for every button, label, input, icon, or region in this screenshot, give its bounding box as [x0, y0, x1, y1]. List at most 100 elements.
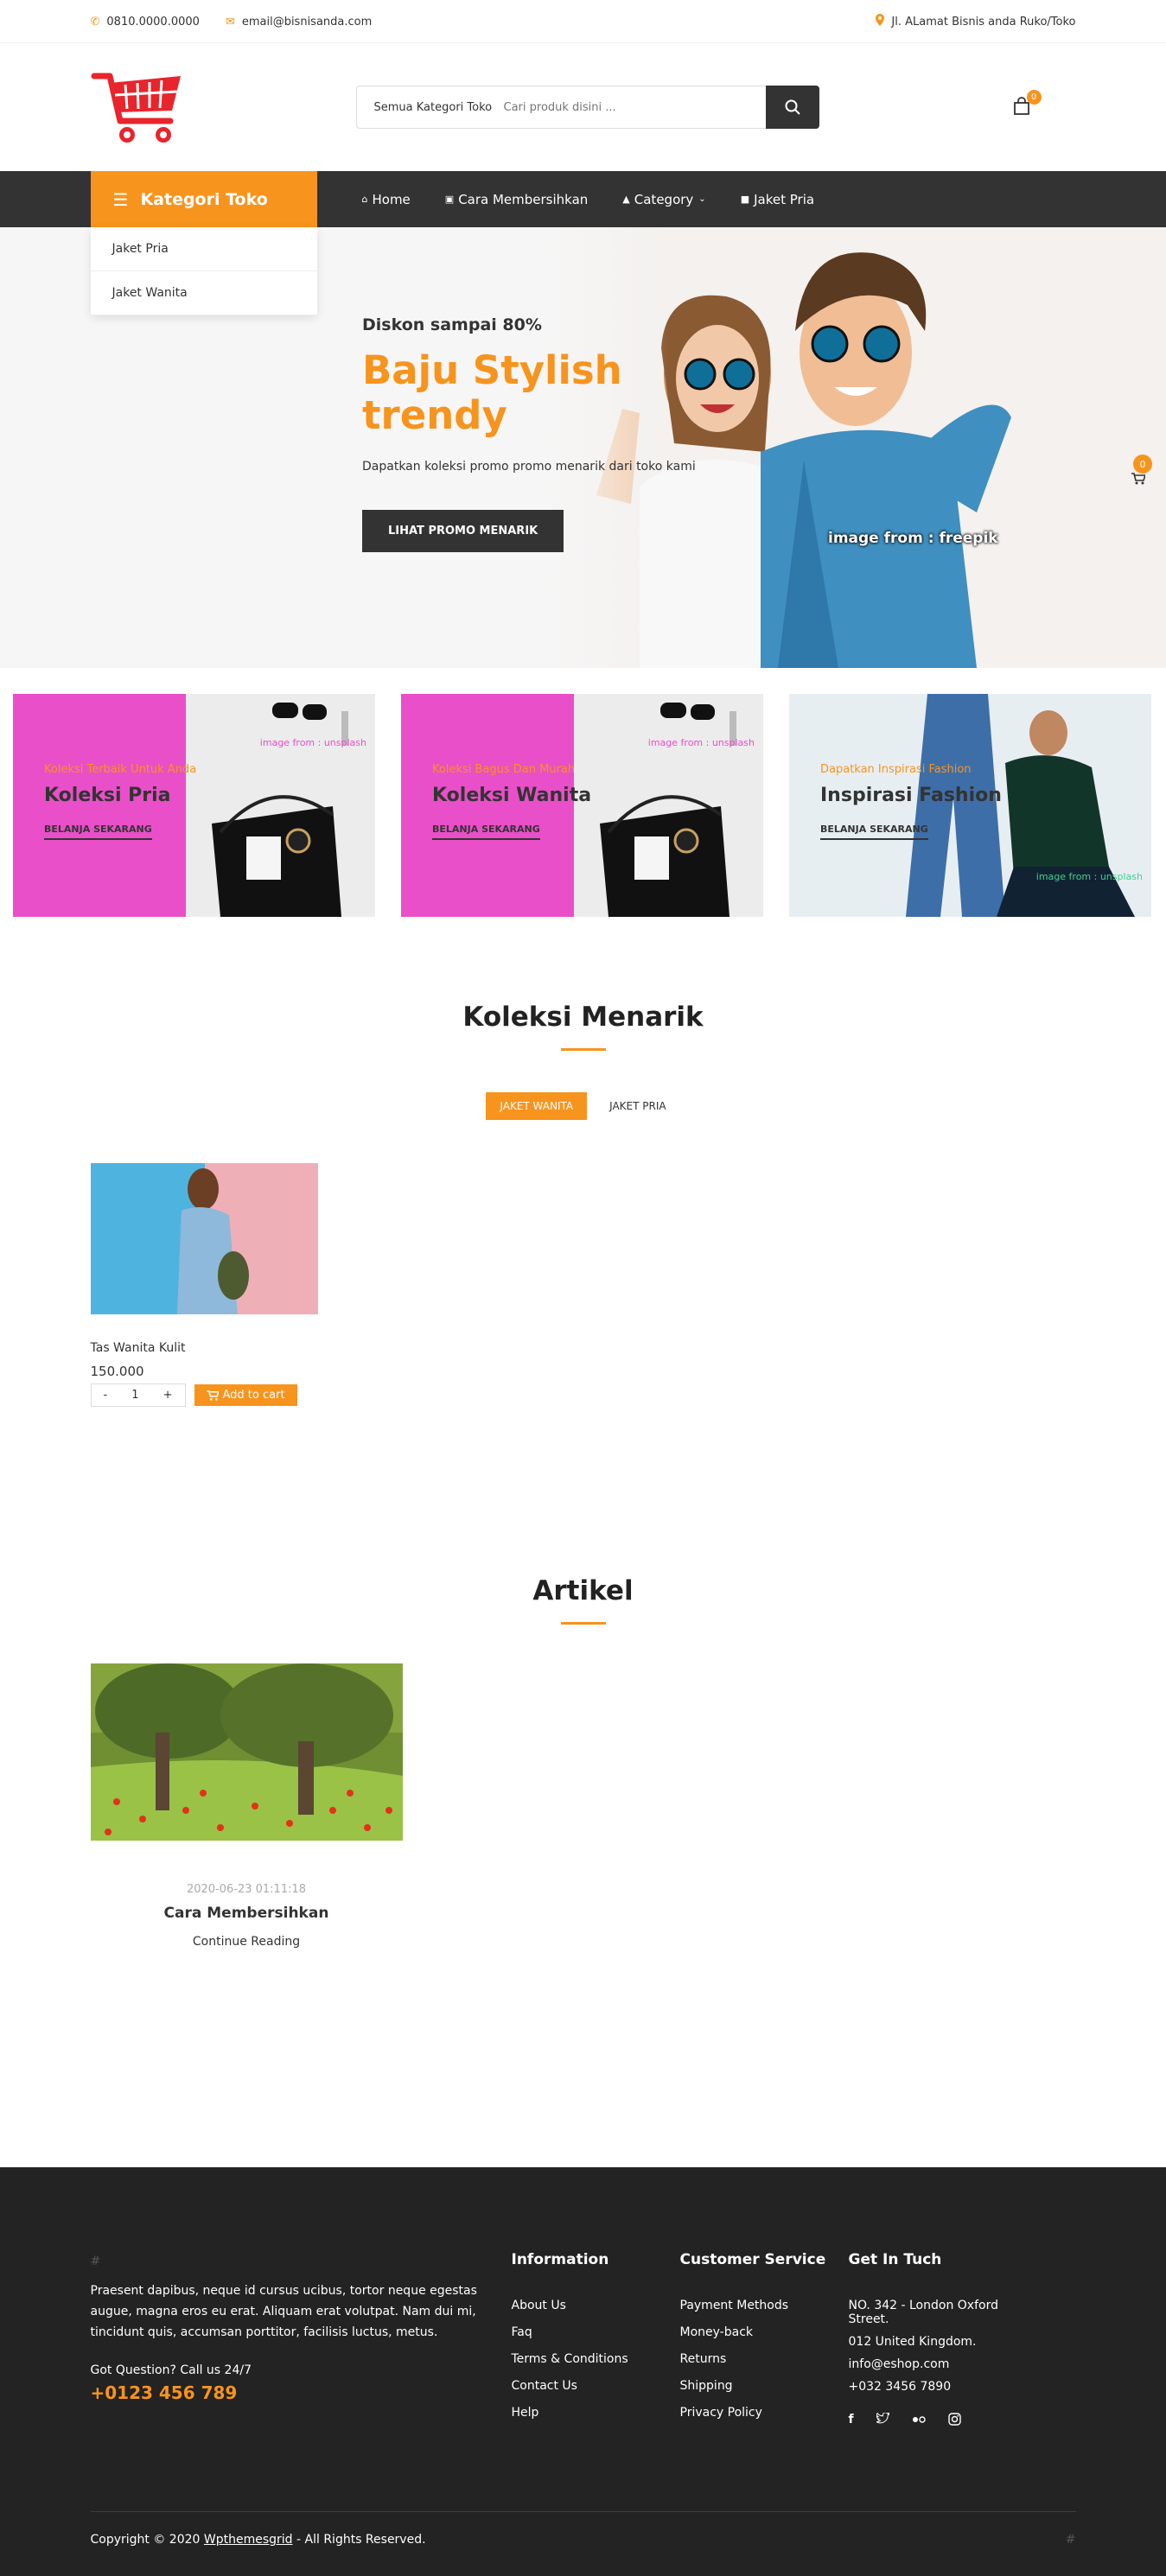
topbar-email[interactable]: ✉ email@bisnisanda.com — [226, 16, 372, 29]
qty-value[interactable]: 1 — [131, 1389, 138, 1402]
banner-title: Koleksi Pria — [44, 785, 171, 806]
footer-link-faq[interactable]: Faq — [512, 2325, 680, 2339]
topbar-phone[interactable]: ✆ 0810.0000.0000 — [91, 16, 200, 29]
topbar-phone-text: 0810.0000.0000 — [106, 15, 200, 29]
social-links: f — [849, 2412, 1017, 2429]
banner-subtitle: Koleksi Bagus Dan Murah — [432, 763, 576, 776]
cart-button[interactable]: 0 — [1012, 90, 1042, 118]
nav-item-category-label: Category — [634, 191, 694, 207]
instagram-icon[interactable] — [947, 2413, 961, 2429]
nav-item-home-label: Home — [372, 191, 411, 207]
shopping-cart-logo[interactable] — [91, 64, 186, 150]
home-icon: ⌂ — [361, 194, 368, 205]
footer: # Praesent dapibus, neque id cursus ucib… — [0, 2167, 1166, 2576]
footer-about: # Praesent dapibus, neque id cursus ucib… — [91, 2251, 512, 2438]
article-title[interactable]: Cara Membersihkan — [91, 1905, 403, 1922]
banner-inspirasi-fashion[interactable]: image from : unsplash Dapatkan Inspirasi… — [789, 694, 1151, 917]
twitter-icon[interactable] — [876, 2412, 890, 2429]
title-underline — [560, 1048, 606, 1051]
footer-contact-title: Get In Tuch — [848, 2251, 942, 2268]
product-image[interactable] — [90, 1163, 318, 1314]
search-icon — [785, 99, 800, 115]
chevron-down-icon: ⌄ — [698, 194, 706, 204]
hero-title: Baju Stylish trendy — [362, 348, 696, 438]
search-button[interactable] — [765, 86, 819, 129]
banner-credit: image from : unsplash — [1035, 871, 1143, 882]
banner-shop-link[interactable]: BELANJA SEKARANG — [820, 824, 928, 840]
search-input[interactable] — [503, 86, 766, 128]
footer-customer-service: Customer Service Payment Methods Money-b… — [680, 2251, 849, 2438]
tab-jaket-pria[interactable]: JAKET PRIA — [596, 1092, 679, 1120]
flickr-icon[interactable] — [912, 2413, 926, 2429]
qty-increase-button[interactable]: + — [163, 1389, 173, 1402]
footer-contact-street: NO. 342 - London Oxford Street. — [848, 2299, 998, 2326]
footer-logo-placeholder[interactable]: # — [91, 2251, 512, 2272]
banner-koleksi-wanita[interactable]: image from : unsplash Koleksi Bagus Dan … — [401, 694, 763, 917]
nav-item-cara-label: Cara Membersihkan — [458, 191, 589, 207]
product-card: Tas Wanita Kulit 150.000 - 1 + Add to ca… — [90, 1163, 318, 1407]
topbar-address: Jl. ALamat Bisnis anda Ruko/Toko — [876, 14, 1076, 29]
footer-link-payment[interactable]: Payment Methods — [680, 2299, 849, 2312]
qty-decrease-button[interactable]: - — [104, 1389, 108, 1402]
top-bar: ✆ 0810.0000.0000 ✉ email@bisnisanda.com … — [0, 0, 1166, 43]
footer-link-contact[interactable]: Contact Us — [512, 2379, 680, 2393]
footer-payment-placeholder[interactable]: # — [1066, 2533, 1076, 2547]
phone-icon: ✆ — [90, 15, 100, 29]
footer-link-returns[interactable]: Returns — [680, 2352, 849, 2366]
footer-contact-email[interactable]: info@eshop.com — [849, 2357, 1017, 2371]
footer-phone[interactable]: +0123 456 789 — [91, 2382, 512, 2403]
add-to-cart-label: Add to cart — [222, 1389, 285, 1402]
cart-icon — [1131, 473, 1147, 485]
add-to-cart-row: - 1 + Add to cart — [90, 1383, 318, 1407]
product-name[interactable]: Tas Wanita Kulit — [91, 1341, 318, 1355]
hero-title-line2: trendy — [362, 392, 507, 438]
tab-jaket-wanita[interactable]: JAKET WANITA — [486, 1092, 588, 1120]
artikel-title: Artikel — [532, 1575, 634, 1606]
footer-contact: Get In Tuch NO. 342 - London Oxford Stre… — [849, 2251, 1017, 2438]
topbar-address-text: Jl. ALamat Bisnis anda Ruko/Toko — [891, 15, 1076, 29]
banner-text: Dapatkan Inspirasi Fashion Inspirasi Fas… — [820, 763, 1002, 840]
facebook-icon[interactable]: f — [849, 2413, 854, 2429]
footer-question: Got Question? Call us 24/7 — [90, 2363, 252, 2377]
hero-discount: Diskon sampai 80% — [362, 315, 542, 334]
nav-item-category[interactable]: ▲ Category ⌄ — [622, 192, 705, 207]
category-toggle-label: Kategori Toko — [140, 189, 268, 209]
add-to-cart-button[interactable]: Add to cart — [194, 1384, 297, 1406]
hero-description: Dapatkan koleksi promo promo menarik dar… — [362, 460, 696, 474]
search-bar: Semua Kategori Toko — [355, 86, 819, 129]
banner-credit: image from : unsplash — [259, 737, 366, 748]
footer-link-shipping[interactable]: Shipping — [680, 2379, 849, 2393]
nav-item-home[interactable]: ⌂ Home — [362, 192, 411, 207]
footer-link-help[interactable]: Help — [512, 2406, 680, 2420]
product-price: 150.000 — [90, 1364, 144, 1379]
banner-koleksi-pria[interactable]: image from : unsplash Koleksi Terbaik Un… — [13, 694, 375, 917]
copyright-suffix: - All Rights Reserved. — [292, 2533, 426, 2547]
hero-promo-button[interactable]: LIHAT PROMO MENARIK — [362, 510, 564, 552]
article-image[interactable] — [90, 1663, 403, 1841]
footer-link-about-us[interactable]: About Us — [512, 2299, 680, 2312]
quantity-stepper: - 1 + — [90, 1383, 186, 1407]
nav-item-cara-membersihkan[interactable]: ▣ Cara Membersihkan — [445, 192, 589, 207]
footer-contact-phone[interactable]: +032 3456 7890 — [849, 2380, 1017, 2394]
box-icon: ■ — [740, 194, 750, 205]
banner-shop-link[interactable]: BELANJA SEKARANG — [432, 824, 540, 840]
footer-link-terms[interactable]: Terms & Conditions — [512, 2352, 680, 2366]
nav-item-jaket-pria[interactable]: ■ Jaket Pria — [741, 192, 814, 207]
banner-shop-link[interactable]: BELANJA SEKARANG — [44, 824, 152, 840]
footer-service-title: Customer Service — [679, 2251, 826, 2268]
floating-cart-button[interactable]: 0 — [1131, 455, 1152, 487]
header: Semua Kategori Toko 0 — [0, 43, 1166, 171]
category-item-jaket-wanita[interactable]: Jaket Wanita — [90, 271, 317, 315]
article-continue-link[interactable]: Continue Reading — [91, 1935, 403, 1949]
category-toggle-button[interactable]: ☰ Kategori Toko — [90, 171, 317, 227]
footer-link-money-back[interactable]: Money-back — [680, 2325, 849, 2339]
copyright-text: Copyright © 2020 Wpthemesgrid - All Righ… — [91, 2533, 426, 2547]
copyright-brand-link[interactable]: Wpthemesgrid — [204, 2533, 293, 2547]
topbar-email-text: email@bisnisanda.com — [241, 15, 373, 29]
search-category-select[interactable]: Semua Kategori Toko — [357, 86, 504, 128]
footer-link-privacy[interactable]: Privacy Policy — [680, 2406, 849, 2420]
banner-credit: image from : unsplash — [647, 737, 755, 748]
banner-title: Koleksi Wanita — [432, 785, 592, 806]
banner-row: image from : unsplash Koleksi Terbaik Un… — [0, 668, 1166, 917]
category-item-jaket-pria[interactable]: Jaket Pria — [90, 227, 317, 271]
